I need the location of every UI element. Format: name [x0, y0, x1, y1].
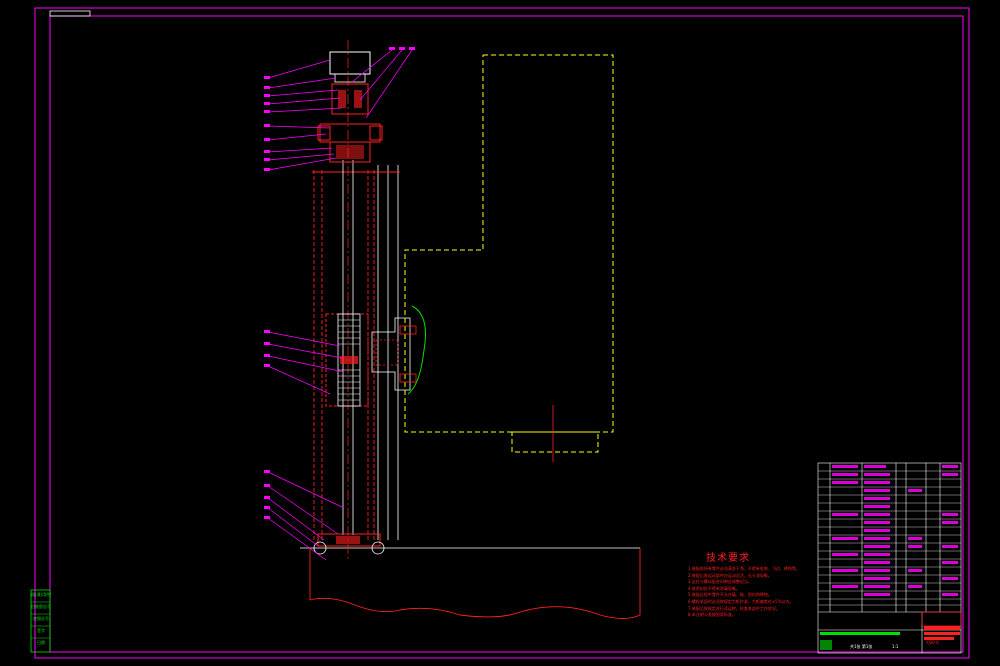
tech-note: 5.装配过程中零件不允许磕、碰、划伤和锈蚀。 [688, 592, 772, 598]
tech-note: 8.未注明公差按国家标准。 [688, 612, 736, 618]
inner-frame [49, 15, 964, 653]
column-casing [313, 170, 375, 540]
nut-carriage [325, 305, 426, 407]
tech-note: 6.螺栓紧固时必须按规定力矩拧紧，力矩偏差在±5%以内。 [688, 598, 794, 604]
bottom-bearing [313, 533, 385, 555]
leader-number-marks [264, 47, 415, 519]
side-table-cell: 底图总号 [33, 616, 49, 621]
tech-notes: 1.装配前所有零件必须清洗干净，不得有毛刺、飞边、锈蚀等。 2.装配后各运动部件… [688, 566, 798, 619]
tech-note: 2.装配后各运动部件应运动灵活，无卡滞现象。 [688, 572, 772, 578]
drawing-number: YJ00-0 [926, 640, 939, 645]
corner-code-box [49, 10, 91, 17]
tech-requirements-title: 技术要求 [706, 553, 750, 564]
tech-note: 7.装配后按规定进行试运转，检查各部件工作状况。 [688, 605, 780, 611]
tech-note: 3.丝杠与螺母配合间隙应调整适当。 [688, 579, 752, 585]
tech-note: 4.各密封处不得有渗漏现象。 [688, 585, 740, 591]
title-block-marks [820, 611, 962, 650]
leader-lines [267, 49, 413, 561]
sheet-count: 共1张 第1张 [850, 644, 873, 649]
cad-svg [30, 7, 970, 659]
side-table-cell: 借(通)用件登记 [31, 592, 51, 597]
machine-body-outline [404, 54, 614, 453]
parts-list-fill [832, 465, 958, 596]
tech-note: 1.装配前所有零件必须清洗干净，不得有毛刺、飞边、锈蚀等。 [688, 566, 798, 571]
side-table-cell: 签字 [37, 628, 45, 633]
outer-frame [34, 7, 970, 659]
side-table-cell: 旧底图总号 [31, 604, 51, 609]
cad-drawing-sheet: 技术要求 1.装配前所有零件必须清洗干净，不得有毛刺、飞边、锈蚀等。 2.装配后… [0, 0, 1000, 666]
left-side-table: 借(通)用件登记 旧底图总号 底图总号 签字 日期 [31, 589, 51, 649]
base-outline [309, 548, 641, 619]
side-table-cell: 日期 [37, 640, 45, 645]
motor-assembly [317, 51, 383, 163]
drawing-scale: 1:1 [892, 644, 899, 649]
